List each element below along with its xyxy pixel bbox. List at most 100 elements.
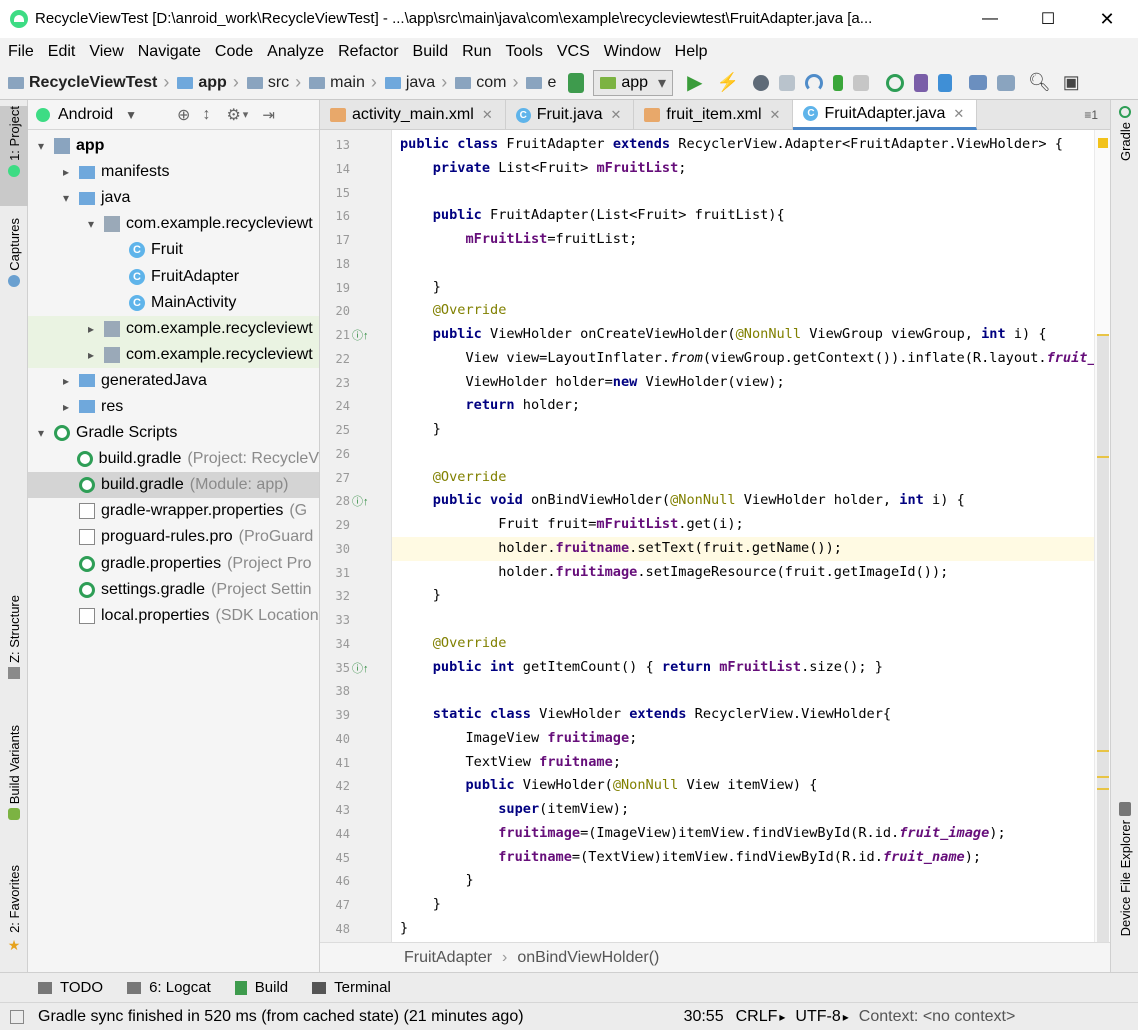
search-icon[interactable]: 🔍︎ — [1028, 72, 1051, 93]
code-line[interactable]: @Override — [400, 635, 507, 651]
tab-fruit-item-xml[interactable]: fruit_item.xml ✕ — [634, 100, 794, 130]
tree-item[interactable]: build.gradle (Project: RecycleV — [28, 446, 319, 472]
logcat-tool-tab[interactable]: 6: Logcat — [127, 979, 211, 996]
code-line[interactable]: } — [400, 896, 441, 912]
tree-item[interactable]: build.gradle (Module: app) — [28, 472, 319, 499]
tree-item[interactable]: C FruitAdapter — [28, 263, 319, 289]
implements-method-icon[interactable]: ⓘ↑ — [352, 493, 369, 509]
code-line[interactable]: } — [400, 872, 473, 888]
tree-item[interactable]: ▸ manifests — [28, 159, 319, 185]
warning-marker[interactable] — [1097, 750, 1109, 752]
status-message[interactable]: Gradle sync finished in 520 ms (from cac… — [38, 1008, 524, 1026]
nav-crumb-app[interactable]: app › — [177, 72, 239, 93]
code-line[interactable]: TextView fruitname; — [400, 754, 621, 770]
code-line[interactable]: @Override — [400, 302, 507, 318]
build-variants-tool-tab[interactable]: Build Variants — [0, 725, 28, 835]
code-line[interactable]: public ViewHolder(@NonNull View itemView… — [400, 777, 817, 793]
warning-status-icon[interactable] — [1098, 138, 1108, 148]
code-line[interactable]: public class FruitAdapter extends Recycl… — [400, 136, 1063, 152]
tree-item[interactable]: ▸ com.example.recycleviewt — [28, 341, 319, 368]
implements-method-icon[interactable]: ⓘ↑ — [352, 660, 369, 676]
code-line[interactable]: public void onBindViewHolder(@NonNull Vi… — [400, 492, 965, 508]
project-structure-icon[interactable] — [968, 75, 987, 90]
layout-inspector-icon[interactable] — [996, 74, 1015, 91]
menu-window[interactable]: Window — [604, 43, 661, 61]
minimize-icon[interactable]: — — [975, 6, 1005, 32]
code-line[interactable]: public ViewHolder onCreateViewHolder(@No… — [400, 326, 1047, 342]
breadcrumb-method[interactable]: onBindViewHolder() — [517, 949, 659, 967]
chevron-down-icon[interactable]: ▾ — [34, 426, 48, 440]
menu-code[interactable]: Code — [215, 43, 253, 61]
tree-item[interactable]: gradle.properties (Project Pro — [28, 551, 319, 577]
tree-item[interactable]: ▸ com.example.recycleviewt — [28, 315, 319, 342]
tree-item[interactable]: ▾ com.example.recycleviewt — [28, 211, 319, 237]
tab-activity-main-xml[interactable]: activity_main.xml ✕ — [320, 100, 506, 130]
hide-panel-icon[interactable]: ⇥ — [262, 106, 275, 124]
nav-crumb-java[interactable]: java › — [384, 72, 447, 93]
tree-item[interactable]: proguard-rules.pro (ProGuard — [28, 524, 319, 550]
profiler-gauge-icon[interactable] — [804, 73, 823, 92]
menu-navigate[interactable]: Navigate — [138, 43, 201, 61]
chevron-right-icon[interactable]: ▸ — [59, 374, 73, 388]
code-line[interactable]: fruitname=(TextView)itemView.findViewByI… — [400, 849, 981, 865]
menu-edit[interactable]: Edit — [48, 43, 76, 61]
code-line[interactable]: } — [400, 279, 441, 295]
warning-marker[interactable] — [1097, 788, 1109, 790]
chevron-down-icon[interactable]: ▾ — [34, 139, 48, 153]
code-line[interactable]: fruitimage=(ImageView)itemView.findViewB… — [400, 825, 1005, 841]
locate-icon[interactable]: ⊕ — [177, 105, 190, 125]
warning-marker[interactable] — [1097, 334, 1109, 336]
code-line[interactable]: private List<Fruit> mFruitList; — [400, 160, 687, 176]
context-indicator[interactable]: Context: <no context> — [859, 1008, 1016, 1026]
menu-view[interactable]: View — [89, 43, 123, 61]
close-icon[interactable]: ✕ — [1092, 6, 1122, 32]
tree-item[interactable]: ▾ java — [28, 185, 319, 211]
favorites-tool-tab[interactable]: 2: Favorites ★ — [0, 865, 28, 961]
debug-icon[interactable] — [752, 74, 769, 91]
menu-run[interactable]: Run — [462, 43, 491, 61]
caret-position[interactable]: 30:55 — [684, 1008, 724, 1026]
code-line[interactable]: public int getItemCount() { return mFrui… — [400, 659, 883, 675]
tree-item[interactable]: local.properties (SDK Location — [28, 603, 319, 629]
project-tool-tab[interactable]: 1: Project — [0, 106, 28, 206]
captures-tool-tab[interactable]: Captures — [0, 218, 28, 318]
todo-tool-tab[interactable]: TODO — [38, 979, 103, 996]
implements-method-icon[interactable]: ⓘ↑ — [352, 327, 369, 343]
run-icon[interactable]: ▶ — [687, 70, 702, 95]
structure-tool-tab[interactable]: Z: Structure — [0, 595, 28, 695]
toggle-tool-windows-icon[interactable] — [10, 1009, 24, 1024]
tabs-overflow-button[interactable]: ≡1 — [1084, 100, 1110, 129]
code-line[interactable]: View view=LayoutInflater.from(viewGroup.… — [400, 350, 1110, 366]
menu-file[interactable]: File — [8, 43, 34, 61]
avd-manager-icon[interactable] — [913, 73, 928, 92]
chevron-right-icon[interactable]: ▸ — [84, 322, 98, 336]
scrollbar-thumb[interactable] — [1097, 335, 1109, 945]
nav-crumb-example[interactable]: e — [526, 74, 556, 92]
build-tool-tab[interactable]: Build — [234, 979, 288, 996]
menu-refactor[interactable]: Refactor — [338, 43, 398, 61]
breadcrumb-class[interactable]: FruitAdapter — [404, 949, 492, 967]
tree-item[interactable]: ▸ res — [28, 394, 319, 420]
menu-vcs[interactable]: VCS — [557, 43, 590, 61]
close-icon[interactable]: ✕ — [482, 107, 493, 123]
menu-help[interactable]: Help — [675, 43, 708, 61]
nav-crumb-com[interactable]: com › — [455, 72, 518, 93]
code-line[interactable]: } — [400, 920, 408, 936]
file-encoding[interactable]: UTF-8 — [795, 1008, 840, 1026]
warning-marker[interactable] — [1097, 776, 1109, 778]
nav-crumb-src[interactable]: src › — [246, 72, 301, 93]
tree-item[interactable]: gradle-wrapper.properties (G — [28, 498, 319, 524]
line-separator[interactable]: CRLF — [736, 1008, 778, 1026]
tab-fruitadapter-java[interactable]: C FruitAdapter.java ✕ — [793, 100, 978, 130]
maximize-icon[interactable]: ☐ — [1033, 6, 1063, 32]
close-icon[interactable]: ✕ — [953, 106, 964, 122]
menu-tools[interactable]: Tools — [505, 43, 542, 61]
menu-analyze[interactable]: Analyze — [267, 43, 324, 61]
sdk-manager-icon[interactable] — [937, 73, 952, 92]
code-line[interactable]: } — [400, 421, 441, 437]
code-line[interactable]: } — [400, 587, 441, 603]
nav-crumb-project[interactable]: RecycleViewTest › — [8, 72, 169, 93]
menu-build[interactable]: Build — [413, 43, 449, 61]
chevron-down-icon[interactable]: ▾ — [84, 217, 98, 231]
chevron-right-icon[interactable]: ▸ — [59, 400, 73, 414]
